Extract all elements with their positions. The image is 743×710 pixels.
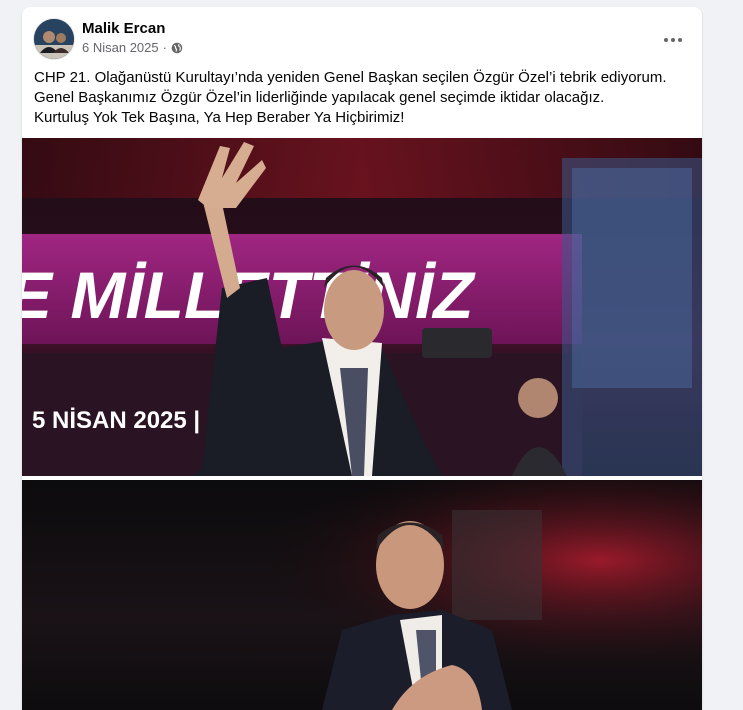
photo-2-image [22, 480, 702, 710]
author-avatar[interactable] [34, 19, 74, 59]
globe-icon[interactable] [171, 42, 183, 54]
post-photo-1[interactable]: E MİLLETTİNİZ 5 NİSAN 2025 | ANKARA [22, 138, 702, 476]
post-meta: 6 Nisan 2025 · [82, 40, 183, 55]
post-photo-2[interactable] [22, 480, 702, 710]
post-text-line: CHP 21. Olağanüstü Kurultayı’nda yeniden… [34, 69, 667, 86]
post-date[interactable]: 6 Nisan 2025 [82, 40, 159, 55]
avatar-image [34, 19, 74, 59]
meta-separator: · [162, 40, 167, 55]
post-card: Malik Ercan 6 Nisan 2025 · CHP 21. Olağa… [22, 7, 702, 710]
photo-1-image: E MİLLETTİNİZ 5 NİSAN 2025 | ANKARA [22, 138, 702, 476]
ellipsis-icon [664, 38, 682, 42]
author-name[interactable]: Malik Ercan [82, 20, 165, 37]
post-text-line: Genel Başkanımız Özgür Özel’in liderliği… [34, 89, 605, 106]
more-options-button[interactable] [658, 25, 688, 55]
post-text-line: Kurtuluş Yok Tek Başına, Ya Hep Beraber … [34, 109, 405, 126]
post-text: CHP 21. Olağanüstü Kurultayı’nda yeniden… [34, 68, 684, 128]
